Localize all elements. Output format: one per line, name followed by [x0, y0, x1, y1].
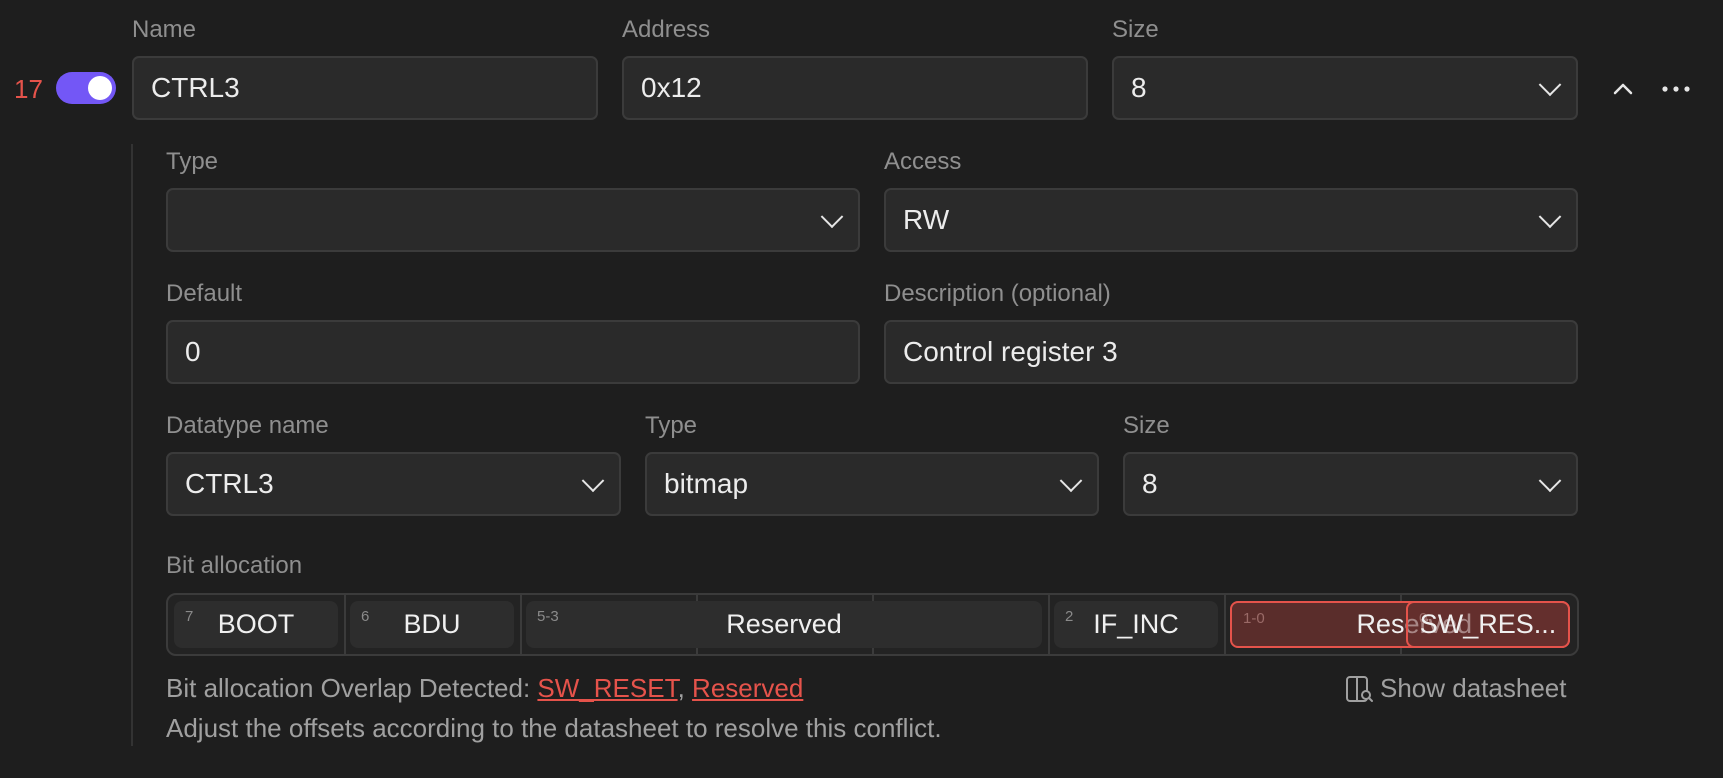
datatype-size-value: 8 [1142, 468, 1158, 499]
overlap-link-reserved[interactable]: Reserved [692, 673, 803, 703]
type-label: Type [166, 148, 219, 175]
bit-separator [520, 595, 522, 654]
toggle-knob [88, 76, 112, 100]
datatype-size-select[interactable]: 8 [1123, 452, 1578, 516]
description-value: Control register 3 [903, 336, 1118, 367]
chevron-down-icon [1538, 469, 1562, 493]
type-select[interactable] [166, 188, 860, 252]
bit-index: 7 [185, 608, 194, 625]
access-value: RW [903, 204, 950, 235]
detail-indent-line [131, 144, 133, 746]
register-name-value: CTRL3 [151, 72, 240, 103]
register-address-value: 0x12 [641, 72, 702, 103]
address-label: Address [622, 16, 711, 43]
bit-separator [1224, 595, 1226, 654]
bit-field-name: BDU [403, 609, 461, 639]
chevron-down-icon [1538, 205, 1562, 229]
bit-field-name: IF_INC [1093, 609, 1179, 639]
bit-field-boot[interactable]: 7 BOOT [174, 601, 338, 648]
bit-separator [344, 595, 346, 654]
chevron-up-icon [1613, 83, 1633, 95]
show-datasheet-label: Show datasheet [1380, 673, 1567, 703]
chevron-down-icon [581, 469, 605, 493]
size-label: Size [1112, 16, 1159, 43]
register-name-input[interactable]: CTRL3 [132, 56, 598, 120]
datatype-type-label: Type [645, 412, 698, 439]
chevron-down-icon [1059, 469, 1083, 493]
bit-index: 5-3 [537, 608, 559, 625]
datasheet-icon [1346, 675, 1373, 702]
overlap-comma: , [677, 673, 685, 703]
datatype-type-select[interactable]: bitmap [645, 452, 1099, 516]
description-input[interactable]: Control register 3 [884, 320, 1578, 384]
default-input[interactable]: 0 [166, 320, 860, 384]
overlap-message: Bit allocation Overlap Detected: SW_RESE… [166, 673, 803, 704]
register-size-select[interactable]: 8 [1112, 56, 1578, 120]
register-address-input[interactable]: 0x12 [622, 56, 1088, 120]
bit-field-sw-reset[interactable]: 0 SW_RES... [1406, 601, 1570, 648]
overlap-hint: Adjust the offsets according to the data… [166, 713, 942, 743]
bit-field-name: BOOT [217, 609, 295, 639]
name-label: Name [132, 16, 197, 43]
bit-field-name: Reserved [726, 609, 842, 639]
datatype-name-label: Datatype name [166, 412, 329, 439]
default-value: 0 [185, 336, 201, 367]
collapse-button[interactable] [1606, 72, 1640, 106]
datatype-name-select[interactable]: CTRL3 [166, 452, 621, 516]
register-index: 17 [14, 74, 43, 104]
enable-toggle[interactable] [56, 72, 116, 104]
bit-field-reserved-5-3[interactable]: 5-3 Reserved [526, 601, 1042, 648]
more-options-button[interactable] [1658, 72, 1694, 106]
bit-separator [1048, 595, 1050, 654]
bit-index: 6 [361, 608, 370, 625]
show-datasheet-button[interactable]: Show datasheet [1344, 673, 1566, 704]
bit-index: 1-0 [1243, 610, 1265, 627]
chevron-down-icon [1538, 73, 1562, 97]
bit-field-if-inc[interactable]: 2 IF_INC [1054, 601, 1218, 648]
bit-index: 2 [1065, 608, 1074, 625]
description-label: Description (optional) [884, 280, 1111, 307]
datatype-name-value: CTRL3 [185, 468, 274, 499]
default-label: Default [166, 280, 243, 307]
chevron-down-icon [820, 205, 844, 229]
bit-allocation-label: Bit allocation [166, 552, 303, 579]
overlap-link-sw-reset[interactable]: SW_RESET [537, 673, 677, 703]
overlap-prefix: Bit allocation Overlap Detected: [166, 673, 538, 703]
datatype-type-value: bitmap [664, 468, 749, 499]
access-label: Access [884, 148, 962, 175]
bit-field-name: SW_RES... [1419, 609, 1557, 639]
access-select[interactable]: RW [884, 188, 1578, 252]
datatype-size-label: Size [1123, 412, 1170, 439]
register-size-value: 8 [1131, 72, 1147, 103]
bit-field-bdu[interactable]: 6 BDU [350, 601, 514, 648]
bit-allocation-bar: 7 BOOT 6 BDU 5-3 Reserved 2 IF_INC 1-0 R… [166, 593, 1579, 656]
more-horizontal-icon [1662, 86, 1690, 92]
